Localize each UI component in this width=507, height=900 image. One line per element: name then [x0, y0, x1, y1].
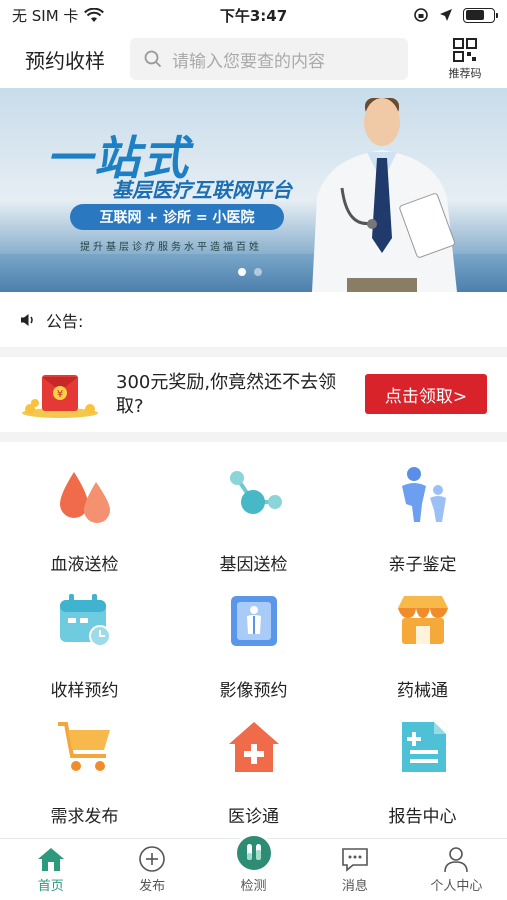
bottom-tab-bar: 首页 发布 检测 消息 个人中心 [0, 833, 507, 900]
doctor-illustration [312, 98, 457, 292]
tab-label: 发布 [139, 879, 166, 894]
blood-drop-icon [59, 472, 110, 523]
tab-label: 消息 [341, 879, 368, 894]
speaker-icon [21, 313, 33, 326]
service-label: 药械通 [397, 681, 448, 701]
service-clinic[interactable]: 医诊通 [169, 712, 338, 827]
chat-bubble-icon [342, 848, 368, 872]
calendar-icon [59, 594, 111, 647]
notice-label: 公告: [46, 311, 84, 331]
tab-testing[interactable]: 检测 [203, 833, 304, 900]
banner-subtitle: 基层医疗互联网平台 [112, 178, 292, 202]
service-paternity-test[interactable]: 亲子鉴定 [338, 460, 507, 575]
user-icon [444, 847, 469, 873]
service-gene-test[interactable]: 基因送检 [169, 460, 338, 575]
home-icon [37, 848, 64, 871]
divider [0, 432, 507, 442]
tab-home[interactable]: 首页 [0, 839, 101, 900]
red-envelope-icon: ¥ [22, 375, 98, 418]
claim-button[interactable]: 点击领取> [365, 374, 487, 414]
promo-banner[interactable]: 一站式 基层医疗互联网平台 互联网 + 诊所 = 小医院 提升基层诊疗服务水平造… [0, 88, 507, 292]
banner-slogan: 提升基层诊疗服务水平造福百姓 [80, 242, 262, 253]
banner-pagination[interactable] [238, 268, 262, 276]
tab-label: 个人中心 [430, 879, 483, 894]
service-label: 基因送检 [219, 555, 288, 575]
banner-dot-2[interactable] [254, 268, 262, 276]
search-icon [144, 50, 162, 68]
tab-messages[interactable]: 消息 [304, 839, 405, 900]
xray-icon [230, 596, 277, 646]
service-label: 报告中心 [388, 807, 457, 827]
reward-promo[interactable]: ¥ 300元奖励,你竟然还不去领取? 点击领取> [0, 357, 507, 432]
divider [0, 347, 507, 357]
page-title: 预约收样 [25, 48, 105, 73]
svg-text:¥: ¥ [57, 389, 63, 400]
test-tube-icon [246, 844, 261, 860]
search-placeholder: 请输入您要查的内容 [172, 51, 325, 72]
service-label: 血液送检 [50, 555, 119, 575]
qr-code-icon [453, 38, 477, 62]
tab-label: 检测 [240, 879, 267, 894]
clock: 下午3:47 [219, 6, 288, 25]
service-label: 影像预约 [219, 681, 288, 701]
service-sample-booking[interactable]: 收样预约 [0, 586, 169, 701]
report-icon [401, 722, 446, 772]
tab-profile[interactable]: 个人中心 [406, 839, 507, 900]
service-report-center[interactable]: 报告中心 [338, 712, 507, 827]
app-header: 预约收样 请输入您要查的内容 推荐码 [0, 30, 507, 88]
clinic-icon [228, 722, 279, 772]
service-blood-test[interactable]: 血液送检 [0, 460, 169, 575]
service-imaging-booking[interactable]: 影像预约 [169, 586, 338, 701]
service-demand-post[interactable]: 需求发布 [0, 712, 169, 827]
parent-child-icon [401, 467, 446, 522]
qr-code-button[interactable]: 推荐码 [435, 38, 495, 81]
location-icon [440, 9, 452, 21]
status-bar: 无 SIM 卡 下午3:47 [0, 0, 507, 30]
notice-bar[interactable]: 公告: [0, 292, 507, 347]
molecule-icon [229, 471, 282, 514]
battery-icon [463, 7, 498, 23]
service-label: 亲子鉴定 [388, 555, 457, 575]
carrier-label: 无 SIM 卡 [12, 6, 79, 25]
rotation-lock-icon [414, 8, 428, 22]
shop-icon [397, 596, 448, 644]
service-label: 收样预约 [50, 681, 119, 701]
tab-label: 首页 [37, 879, 64, 894]
qr-code-label: 推荐码 [448, 67, 482, 80]
banner-pill: 互联网 + 诊所 = 小医院 [70, 204, 284, 230]
search-input[interactable]: 请输入您要查的内容 [130, 38, 408, 80]
wifi-icon [84, 7, 105, 22]
service-pharmacy[interactable]: 药械通 [338, 586, 507, 701]
service-label: 医诊通 [228, 807, 279, 827]
banner-dot-1[interactable] [238, 268, 246, 276]
plus-circle-icon [139, 846, 165, 872]
tab-publish[interactable]: 发布 [101, 839, 202, 900]
promo-text: 300元奖励,你竟然还不去领取? [116, 372, 337, 417]
cart-icon [57, 722, 110, 771]
service-label: 需求发布 [50, 807, 119, 827]
